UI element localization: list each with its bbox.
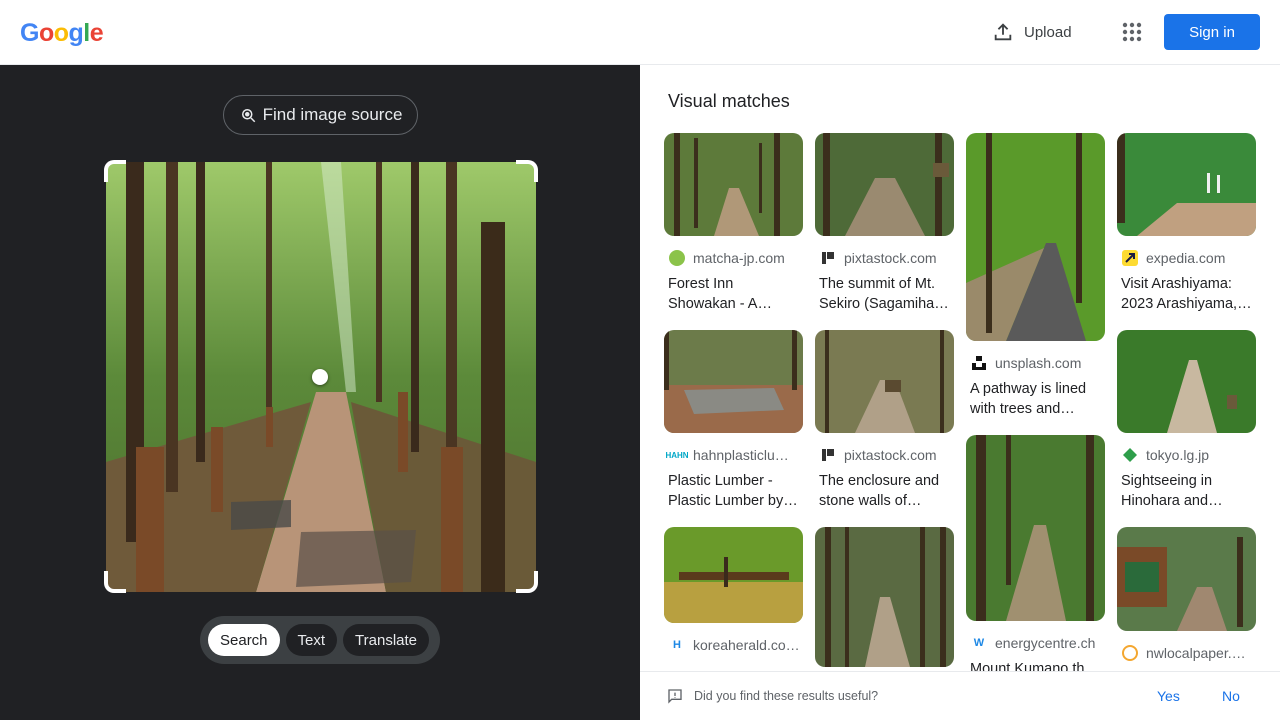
w-logo-icon: W (973, 637, 985, 649)
crop-handle-top-left[interactable] (104, 160, 126, 182)
result-thumbnail (815, 330, 954, 433)
crop-handle-bottom-right[interactable] (516, 571, 538, 593)
source-name: matcha-jp.com (693, 250, 785, 266)
top-header: Google Upload Sign in (0, 0, 1280, 65)
result-thumbnail (815, 527, 954, 667)
logo-letter: o (38, 19, 54, 47)
feedback-icon[interactable] (667, 688, 683, 704)
crop-handle-bottom-left[interactable] (104, 571, 126, 593)
site-favicon-icon (668, 249, 686, 267)
result-source: expedia.com (1117, 248, 1256, 268)
result-thumbnail (1117, 133, 1256, 236)
result-title: Forest Inn Showakan - A… (668, 276, 772, 312)
pixta-logo-icon (819, 249, 837, 267)
result-title: A pathway is lined with trees and… (970, 381, 1087, 417)
visual-matches-heading: Visual matches (668, 91, 790, 111)
upload-button[interactable]: Upload (992, 20, 1072, 44)
result-source: unsplash.com (966, 353, 1105, 373)
results-column: pixtastock.com The summit of Mt. Sekiro … (815, 133, 954, 683)
result-source: pixtastock.com (815, 445, 954, 465)
results-panel: Visual matches matcha-jp.com Forest Inn … (640, 65, 1280, 720)
result-title: Plastic Lumber - Plastic Lumber by… (668, 473, 798, 509)
source-name: pixtastock.com (844, 447, 937, 463)
source-name: unsplash.com (995, 355, 1082, 371)
result-card[interactable]: HAHN hahnplasticlu… Plastic Lumber - Plas… (664, 330, 803, 511)
result-source: pixtastock.com (815, 248, 954, 268)
result-thumbnail (966, 133, 1105, 341)
logo-letter: e (89, 19, 104, 47)
result-thumbnail (664, 527, 803, 623)
result-source: Hkoreaherald.co… (664, 635, 803, 655)
nw-logo-icon (1121, 644, 1139, 662)
logo-letter: g (68, 19, 84, 47)
result-card[interactable]: Wenergycentre.ch Mount Kumano th… (966, 435, 1105, 699)
expedia-logo-icon (1121, 249, 1139, 267)
mode-text-button[interactable]: Text (285, 624, 338, 656)
source-name: hahnplasticlu… (693, 447, 789, 463)
upload-label: Upload (1024, 23, 1072, 41)
result-title: Sightseeing in Hinohara and… (1121, 473, 1223, 509)
apps-grid-icon[interactable] (1120, 20, 1144, 44)
result-card[interactable]: pixtastock.com The summit of Mt. Sekiro … (815, 133, 954, 314)
logo-letter: o (53, 19, 69, 47)
crop-handle-top-right[interactable] (516, 160, 538, 182)
lens-search-icon (241, 109, 255, 123)
result-card[interactable] (815, 527, 954, 667)
result-source: tokyo.lg.jp (1117, 445, 1256, 465)
result-thumbnail (1117, 330, 1256, 433)
tokyo-logo-icon (1121, 446, 1139, 464)
result-card[interactable]: expedia.com Visit Arashiyama: 2023 Arash… (1117, 133, 1256, 314)
feedback-no-button[interactable]: No (1222, 688, 1240, 704)
lens-image-panel: Find image source Search Text Translate (0, 65, 640, 720)
result-title: Visit Arashiyama: 2023 Arashiyama,… (1121, 276, 1252, 312)
result-card[interactable]: unsplash.com A pathway is lined with tre… (966, 133, 1105, 419)
result-thumbnail (966, 435, 1105, 621)
result-source: Wenergycentre.ch (966, 633, 1105, 653)
result-source: HAHN hahnplasticlu… (664, 445, 803, 465)
results-column: expedia.com Visit Arashiyama: 2023 Arash… (1117, 133, 1256, 679)
source-name: energycentre.ch (995, 635, 1096, 651)
koreaherald-logo-icon: H (673, 639, 681, 651)
sign-in-button[interactable]: Sign in (1164, 14, 1260, 50)
logo-letter: G (20, 19, 39, 47)
google-logo[interactable]: Google (20, 18, 104, 48)
feedback-yes-button[interactable]: Yes (1157, 688, 1180, 704)
result-source: nwlocalpaper.… (1117, 643, 1256, 663)
unsplash-logo-icon (970, 354, 988, 372)
find-image-source-label: Find image source (262, 105, 403, 124)
result-thumbnail (664, 133, 803, 236)
upload-icon (994, 23, 1012, 41)
result-card[interactable]: nwlocalpaper.… (1117, 527, 1256, 663)
feedback-bar: Did you find these results useful? Yes N… (640, 671, 1280, 720)
result-card[interactable]: matcha-jp.com Forest Inn Showakan - A… (664, 133, 803, 314)
source-name: koreaherald.co… (693, 637, 800, 653)
result-thumbnail (815, 133, 954, 236)
mode-translate-button[interactable]: Translate (343, 624, 430, 656)
mode-switcher: Search Text Translate (200, 616, 440, 664)
source-name: pixtastock.com (844, 250, 937, 266)
mode-search-button[interactable]: Search (208, 624, 280, 656)
result-thumbnail (1117, 527, 1256, 631)
object-selector-dot[interactable] (312, 369, 328, 385)
result-card[interactable]: tokyo.lg.jp Sightseeing in Hinohara and… (1117, 330, 1256, 511)
pixta-logo-icon (819, 446, 837, 464)
source-name: tokyo.lg.jp (1146, 447, 1210, 463)
result-thumbnail (664, 330, 803, 433)
result-title: The summit of Mt. Sekiro (Sagamiha… (819, 276, 949, 312)
result-card[interactable]: Hkoreaherald.co… (664, 527, 803, 655)
source-name: nwlocalpaper.… (1146, 645, 1246, 661)
feedback-question: Did you find these results useful? (694, 689, 879, 703)
results-column: unsplash.com A pathway is lined with tre… (966, 133, 1105, 715)
result-title: The enclosure and stone walls of… (819, 473, 940, 509)
find-image-source-button[interactable]: Find image source (223, 95, 418, 135)
hahn-logo-icon: HAHN (665, 450, 689, 460)
results-column: matcha-jp.com Forest Inn Showakan - A… H… (664, 133, 803, 671)
source-name: expedia.com (1146, 250, 1226, 266)
result-card[interactable]: pixtastock.com The enclosure and stone w… (815, 330, 954, 511)
result-source: matcha-jp.com (664, 248, 803, 268)
